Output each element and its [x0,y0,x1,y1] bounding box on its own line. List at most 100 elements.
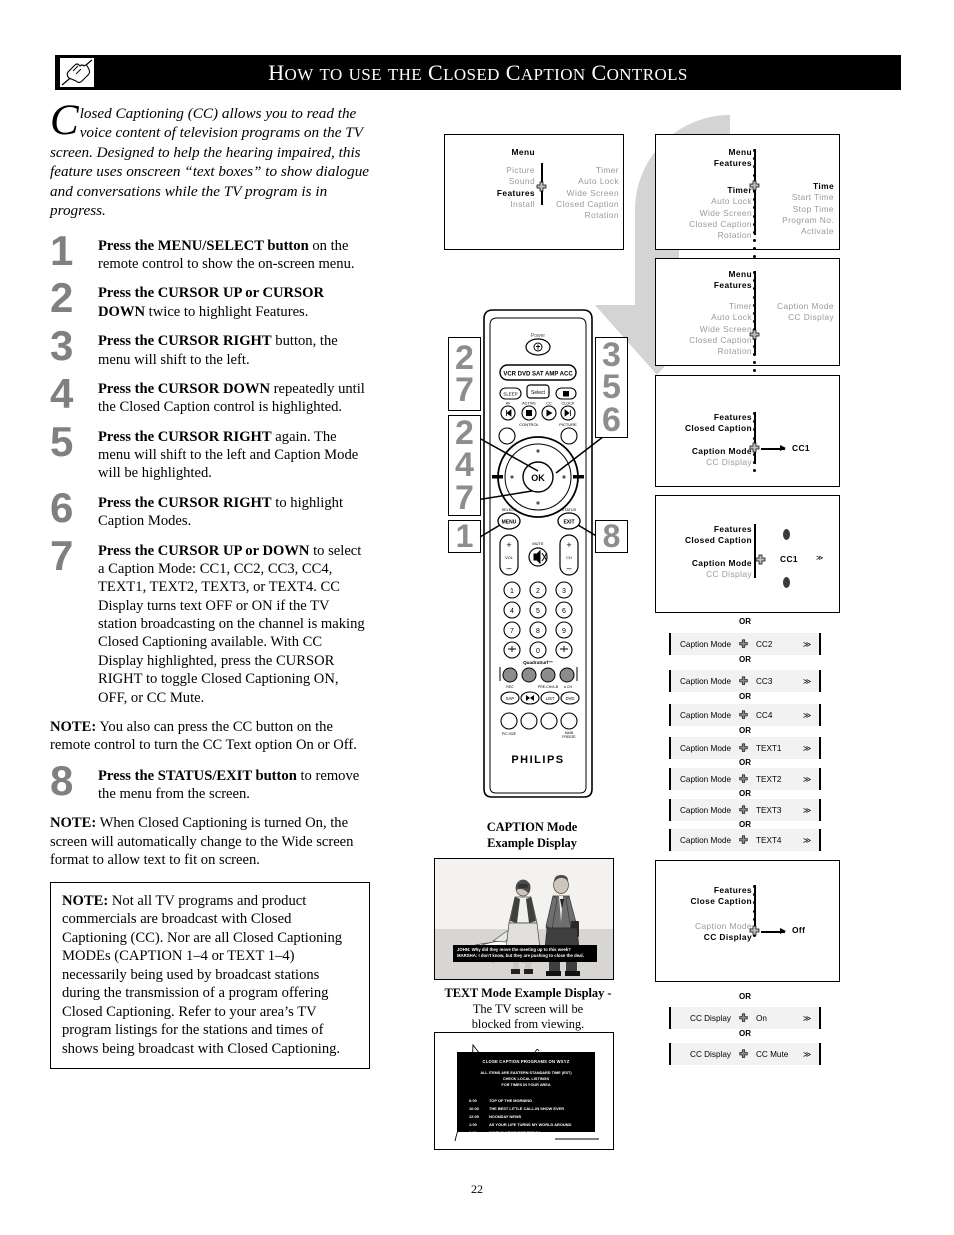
callout-digit: 4 [455,446,474,485]
svg-text:PICTURE: PICTURE [559,422,577,427]
option-label: Caption Mode [680,639,731,649]
step-2: 2 Press the CURSOR UP or CURSOR DOWN twi… [50,274,370,322]
svg-text:6: 6 [562,608,566,615]
intro-dropcap: C [50,97,79,144]
text-screen-row: 12:00 NOONDAY NEWS [469,1113,591,1121]
program-name: AS YOUR LIFE TURNS MY WORLD AROUND [489,1121,572,1127]
svg-text:CONTROL: CONTROL [519,422,539,427]
osd-value-cc1: CC1 [780,554,798,564]
option-row-text2[interactable]: Caption Mode TEXT2 ≫ [669,768,821,790]
step-text: Press the CURSOR UP or CURSOR DOWN twice… [98,284,370,321]
cursor-4way-icon [748,925,761,938]
svg-text:ACTIVE: ACTIVE [522,402,536,406]
osd-item-caption-mode: Caption Mode [695,921,752,931]
callout-8: 8 [595,520,628,553]
text-screen-row: 6:00 TOP OF THE MORNING [469,1097,591,1105]
option-label: Caption Mode [680,743,731,753]
svg-text:+: + [566,540,571,550]
svg-text:CH: CH [566,555,572,560]
text-example-title-line3: blocked from viewing. [471,1017,585,1031]
osd-item-start-time: Start Time [791,192,834,203]
option-row-cc-display-ccmute[interactable]: CC Display CC Mute ≫ [669,1043,821,1065]
boxed-note-label: NOTE: [62,892,109,909]
cursor-4way-icon [735,1013,751,1024]
option-row-text1[interactable]: Caption Mode TEXT1 ≫ [669,737,821,759]
callout-digit: 1 [455,518,474,555]
osd-crumb-features: Features [713,280,752,291]
page-header-bar: HOW TO USE THE CLOSED CAPTION CONTROLS [55,55,901,90]
osd-breadcrumb: Features Close Caption [666,885,752,908]
osd-crumb-menu: Menu [728,269,752,279]
option-value: CC2 [756,639,773,649]
text-screen-row: 10:00 THE BEST LITTLE CALL-IN SHOW EVER [469,1105,591,1113]
step-text: Press the CURSOR UP or DOWN to select a … [98,542,370,707]
osd-item-timer: Timer [595,165,619,175]
svg-text:2: 2 [536,588,540,595]
svg-text:4: 4 [510,608,514,615]
program-time: 1:00 [469,1121,477,1127]
step-8: 8 Press the STATUS/EXIT button to remove… [50,756,370,804]
cursor-4way-icon [735,835,751,846]
callout-digit: 7 [455,371,474,409]
osd-item-wide-screen: Wide Screen [699,323,752,334]
step-text: Press the STATUS/EXIT button to remove t… [98,767,370,804]
text-screen-sub1: ALL ITEMS ARE EASTERN STANDARD TIME (EST… [480,1071,572,1075]
osd-item-caption-mode: Caption Mode [777,301,834,311]
chevron-right-icon: ≫ [802,774,812,784]
osd-scroll-line [754,524,757,578]
option-value: CC Mute [756,1049,789,1059]
osd-item-rotation: Rotation [584,210,619,221]
step-number: 8 [50,756,74,804]
step-number: 6 [50,483,74,531]
osd-item-time: Time [813,181,834,191]
osd-item-stop-time: Stop Time [792,203,834,214]
svg-text:+: + [506,540,511,550]
option-label: CC Display [690,1049,731,1059]
program-name: NOONDAY NEWS [489,1113,522,1119]
step-5: 5 Press the CURSOR RIGHT again. The menu… [50,417,370,483]
callout-digit: 6 [602,400,621,439]
callout-1: 1 [448,520,481,553]
text-screen-subheading: ALL ITEMS ARE EASTERN STANDARD TIME (EST… [461,1071,591,1089]
step-bold: Press the MENU/SELECT button [98,237,309,254]
text-example-title: TEXT Mode Example Display - The TV scree… [428,986,628,1033]
note-label: NOTE: [50,718,97,735]
osd-item-caption-mode: Caption Mode [691,558,752,568]
step-bold: Press the STATUS/EXIT button [98,767,297,784]
option-row-cc3[interactable]: Caption Mode CC3 ≫ [669,670,821,692]
svg-text:AV: AV [506,402,511,406]
step-number: 5 [50,417,74,465]
osd-panel-cc-display-off: Features Close Caption Caption Mode CC D… [655,860,840,982]
or-label: OR [739,726,751,735]
option-row-cc-display-on[interactable]: CC Display On ≫ [669,1007,821,1029]
chevron-right-icon: ≫ [802,835,812,845]
osd-breadcrumb: Menu Features [666,269,752,292]
text-screen-sub3: FOR TIMES IN YOUR AREA [501,1082,551,1087]
step-text: Press the CURSOR DOWN repeatedly until t… [98,380,370,417]
osd-scroll-dots [753,149,756,264]
svg-text:PIC SIZE: PIC SIZE [502,732,517,736]
or-label: OR [739,692,751,701]
svg-text:9: 9 [562,628,566,635]
step-bold: Press the CURSOR DOWN [98,380,271,397]
chevron-right-icon: ≫ [802,1013,812,1023]
osd-item-picture: Picture [506,165,535,175]
osd-item-auto-lock: Auto Lock [711,312,752,323]
osd-left-items: Timer Auto Lock Wide Screen Closed Capti… [666,185,752,242]
svg-text:LIST: LIST [546,696,555,701]
osd-up-marker [783,529,790,540]
option-row-text4[interactable]: Caption Mode TEXT4 ≫ [669,829,821,851]
intro-text: losed Captioning (CC) allows you to read… [50,105,370,220]
option-row-text3[interactable]: Caption Mode TEXT3 ≫ [669,799,821,821]
step-number: 2 [50,274,74,322]
cursor-4way-icon [535,181,548,194]
option-value: TEXT4 [756,835,782,845]
svg-text:A CH: A CH [564,685,573,689]
osd-crumb-close-caption: Close Caption [690,896,752,907]
osd-breadcrumb: Menu Features [666,147,752,170]
osd-item-closed-caption: Closed Caption [689,219,752,230]
option-value: CC3 [756,676,773,686]
option-row-cc4[interactable]: Caption Mode CC4 ≫ [669,704,821,726]
boxed-note-text: Not all TV programs and product commerci… [62,892,343,1057]
option-row-cc2[interactable]: Caption Mode CC2 ≫ [669,633,821,655]
